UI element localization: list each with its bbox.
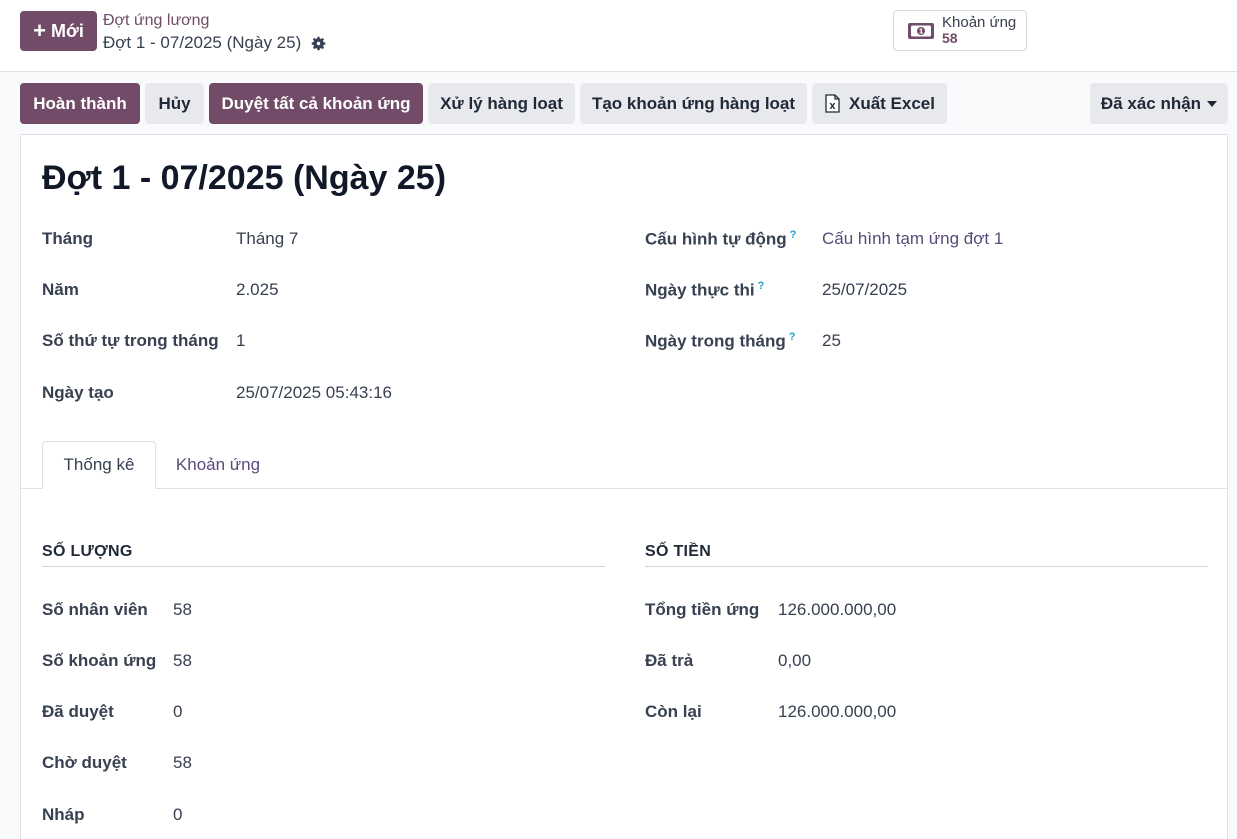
amount-value-paid: 0,00	[778, 651, 812, 670]
field-label-month: Tháng	[42, 229, 93, 248]
stat-value-draft: 0	[173, 805, 183, 824]
stat-value: 58	[942, 30, 958, 47]
gear-icon[interactable]	[310, 35, 327, 52]
help-icon[interactable]: ?	[789, 331, 796, 343]
export-excel-button[interactable]: X Xuất Excel	[812, 83, 947, 124]
batch-create-button[interactable]: Tạo khoản ứng hàng loạt	[580, 83, 807, 124]
stat-value-advances: 58	[173, 651, 192, 670]
amount-label-remaining: Còn lại	[645, 702, 702, 721]
breadcrumb-current: Đợt 1 - 07/2025 (Ngày 25)	[103, 33, 327, 53]
caret-down-icon	[1207, 100, 1218, 107]
tab-advances[interactable]: Khoản ứng	[163, 441, 273, 489]
svg-text:1: 1	[919, 27, 924, 35]
advances-stat-button[interactable]: 1 Khoản ứng 58	[893, 10, 1027, 51]
batch-process-button[interactable]: Xử lý hàng loạt	[428, 83, 575, 124]
stat-label-draft: Nháp	[42, 805, 85, 824]
stat-label-approved: Đã duyệt	[42, 702, 114, 721]
form-sheet: Đợt 1 - 07/2025 (Ngày 25) Tháng Tháng 7 …	[20, 134, 1228, 839]
money-icon: 1	[908, 22, 934, 39]
stat-value-approved: 0	[173, 702, 183, 721]
field-value-day-of-month[interactable]: 25	[822, 331, 841, 351]
complete-button[interactable]: Hoàn thành	[20, 83, 140, 124]
section-divider	[42, 566, 605, 567]
field-label-execution-date: Ngày thực thi?	[645, 280, 764, 301]
excel-file-icon: X	[825, 94, 840, 113]
help-icon[interactable]: ?	[758, 280, 765, 292]
svg-text:X: X	[829, 102, 836, 111]
amount-value-total: 126.000.000,00	[778, 600, 897, 619]
field-value-month[interactable]: Tháng 7	[236, 229, 298, 249]
amount-value-remaining: 126.000.000,00	[778, 702, 897, 721]
status-label: Đã xác nhận	[1100, 93, 1202, 113]
field-label-created-date: Ngày tạo	[42, 383, 114, 402]
amount-label-total: Tổng tiền ứng	[645, 600, 760, 619]
new-button[interactable]: + Mới	[20, 11, 97, 51]
stat-label-pending: Chờ duyệt	[42, 753, 127, 772]
section-title-amount: SỐ TIỀN	[645, 543, 712, 560]
cancel-button[interactable]: Hủy	[145, 83, 204, 124]
record-title: Đợt 1 - 07/2025 (Ngày 25)	[42, 159, 447, 197]
stat-value-employees: 58	[173, 600, 192, 619]
field-value-sequence[interactable]: 1	[236, 331, 245, 351]
section-divider	[645, 566, 1208, 567]
execution-date-label-text: Ngày thực thi	[645, 280, 755, 300]
stat-value-pending: 58	[173, 753, 192, 772]
field-label-year: Năm	[42, 280, 79, 299]
field-label-sequence: Số thứ tự trong tháng	[42, 331, 219, 350]
field-value-year[interactable]: 2.025	[236, 280, 279, 300]
plus-icon: +	[33, 18, 47, 43]
field-label-day-of-month: Ngày trong tháng?	[645, 331, 795, 352]
field-value-execution-date[interactable]: 25/07/2025	[822, 280, 907, 300]
tab-statistics[interactable]: Thống kê	[42, 441, 156, 489]
approve-all-button[interactable]: Duyệt tất cả khoản ứng	[209, 83, 423, 124]
help-icon[interactable]: ?	[790, 229, 797, 241]
breadcrumb-current-label: Đợt 1 - 07/2025 (Ngày 25)	[103, 33, 302, 52]
status-dropdown[interactable]: Đã xác nhận	[1090, 83, 1228, 124]
new-button-label: Mới	[51, 20, 84, 41]
stat-label: Khoản ứng	[942, 14, 1017, 32]
field-value-auto-config[interactable]: Cấu hình tạm ứng đợt 1	[822, 229, 1003, 249]
section-title-quantity: SỐ LƯỢNG	[42, 543, 133, 560]
control-panel: + Mới Đợt ứng lương Đợt 1 - 07/2025 (Ngà…	[0, 0, 1237, 72]
export-excel-label: Xuất Excel	[849, 93, 935, 113]
day-of-month-label-text: Ngày trong tháng	[645, 331, 786, 351]
field-value-created-date: 25/07/2025 05:43:16	[236, 383, 392, 402]
amount-label-paid: Đã trả	[645, 651, 694, 670]
stat-label-advances: Số khoản ứng	[42, 651, 157, 670]
stat-label-employees: Số nhân viên	[42, 600, 148, 619]
breadcrumb-parent-link[interactable]: Đợt ứng lương	[103, 12, 209, 30]
field-label-auto-config: Cấu hình tự động?	[645, 229, 796, 250]
auto-config-label-text: Cấu hình tự động	[645, 229, 787, 249]
